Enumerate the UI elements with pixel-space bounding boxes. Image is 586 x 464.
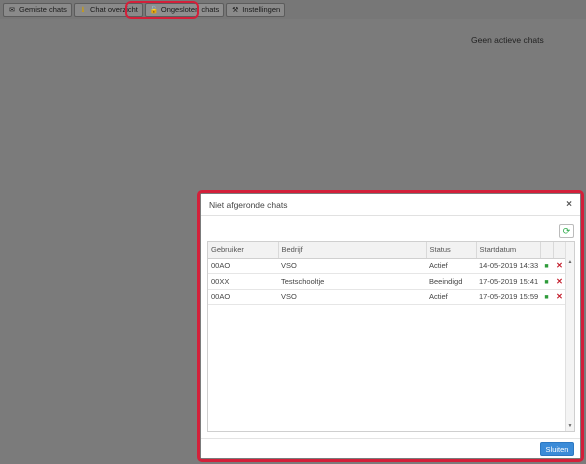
delete-icon[interactable]: ✕ [556,277,563,286]
table-row[interactable]: 00AO VSO Actief 17-05-2019 15:59 ■ ✕ [208,289,566,305]
save-icon[interactable]: ■ [544,263,548,270]
cell-company: VSO [278,258,426,274]
column-header-status[interactable]: Status [426,242,477,259]
close-button[interactable]: Sluiten [540,442,574,456]
refresh-icon: ⟳ [562,225,571,236]
refresh-button[interactable]: ⟳ [559,224,574,238]
no-active-chats-text: Geen actieve chats [471,35,544,45]
cell-company: VSO [278,289,426,305]
cell-user: 00AO [208,289,278,305]
scroll-down-icon[interactable]: ▼ [567,423,573,429]
delete-icon[interactable]: ✕ [556,261,563,270]
cell-user: 00AO [208,258,278,274]
column-header-startdate[interactable]: Startdatum [476,242,541,259]
wrench-icon: ⚒ [232,6,239,14]
tab-missed-chats-label: Gemiste chats [19,5,67,14]
info-icon: ℹ [81,6,85,14]
cell-startdate: 17-05-2019 15:41 [476,273,540,290]
unfinished-chats-modal: Niet afgeronde chats × ⟳ Gebruiker Bedri… [201,194,580,458]
save-icon[interactable]: ■ [544,294,548,301]
table-header-row: Gebruiker Bedrijf Status Startdatum [208,242,567,259]
save-cell: ■ [540,258,553,274]
cell-status: Actief [426,289,476,305]
table-row[interactable]: 00XX Testschooltje Beeindigd 17-05-2019 … [208,273,566,290]
modal-footer: Sluiten [201,438,580,458]
grid-scrollbar[interactable]: ▲ ▼ [565,242,574,431]
tab-chat-overview[interactable]: ℹ Chat overzicht [73,2,143,17]
tab-chat-overview-label: Chat overzicht [89,5,138,14]
close-icon[interactable]: × [566,199,572,210]
modal-title: Niet afgeronde chats [209,199,288,210]
save-cell: ■ [540,273,553,290]
table-row[interactable]: 00AO VSO Actief 14-05-2019 14:33 ■ ✕ [208,258,566,274]
cell-status: Beeindigd [426,273,476,290]
cell-startdate: 14-05-2019 14:33 [476,258,540,274]
chats-table: Gebruiker Bedrijf Status Startdatum 00AO… [208,242,567,305]
tab-settings[interactable]: ⚒ Instellingen [226,2,286,17]
cell-user: 00XX [208,273,278,290]
lock-open-icon: 🔓 [149,6,159,14]
tab-unclosed-chats-label: Ongesloten chats [160,5,220,14]
toolbar: ✉ Gemiste chats ℹ Chat overzicht 🔓 Onges… [0,0,586,19]
envelope-icon: ✉ [9,6,15,14]
cell-startdate: 17-05-2019 15:59 [476,289,540,305]
save-cell: ■ [540,289,553,305]
column-header-user[interactable]: Gebruiker [208,242,279,259]
cell-status: Actief [426,258,476,274]
column-header-company[interactable]: Bedrijf [278,242,427,259]
chats-grid: Gebruiker Bedrijf Status Startdatum 00AO… [207,241,575,432]
scroll-up-icon[interactable]: ▲ [567,259,573,265]
modal-header: Niet afgeronde chats × [201,194,580,216]
cell-company: Testschooltje [278,273,426,290]
tab-missed-chats[interactable]: ✉ Gemiste chats [3,2,72,17]
tab-settings-label: Instellingen [242,5,281,14]
column-header-save [540,242,554,259]
delete-icon[interactable]: ✕ [556,292,563,301]
save-icon[interactable]: ■ [544,279,548,286]
tab-unclosed-chats[interactable]: 🔓 Ongesloten chats [144,2,225,17]
